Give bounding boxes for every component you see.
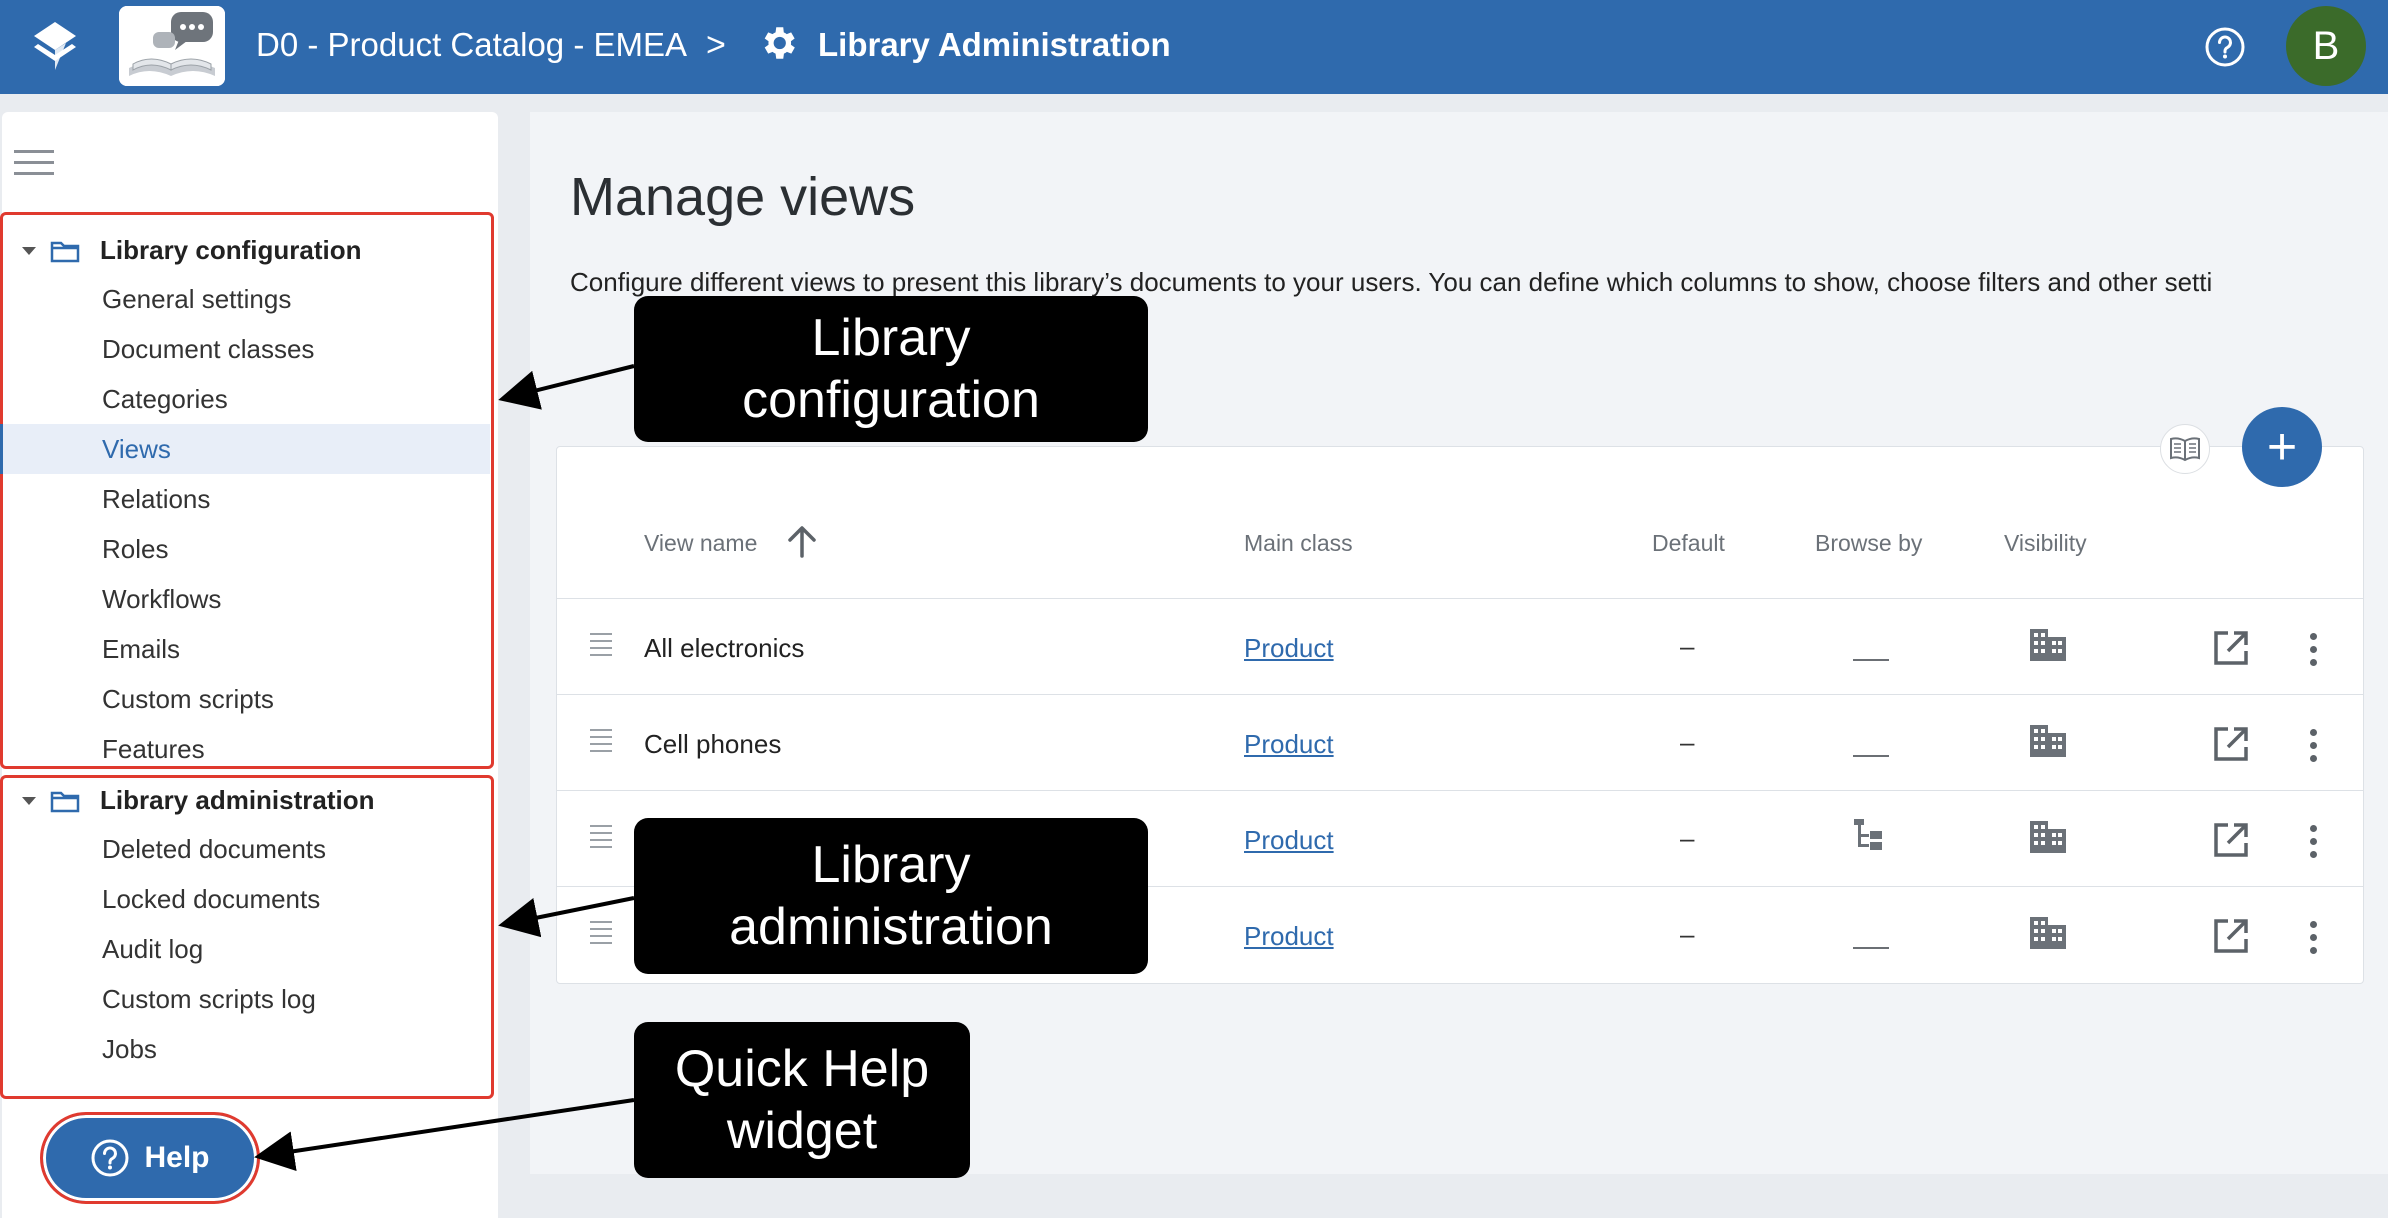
callout-line: configuration	[742, 371, 1040, 429]
callout-line: Quick Help	[674, 1040, 930, 1098]
column-header-main-class[interactable]: Main class	[1244, 530, 1353, 557]
quick-help-button[interactable]: Help	[40, 1112, 260, 1204]
library-thumbnail	[119, 6, 225, 86]
column-header-default[interactable]: Default	[1652, 530, 1725, 557]
column-header-visibility[interactable]: Visibility	[2004, 530, 2087, 557]
sidebar-item-relations[interactable]: Relations	[0, 474, 490, 524]
caret-down-icon	[22, 246, 36, 255]
gear-icon	[764, 27, 795, 59]
open-in-new-icon[interactable]	[2212, 821, 2250, 859]
page-title: Manage views	[570, 167, 916, 227]
callout-line: widget	[726, 1102, 878, 1160]
breadcrumb-separator: >	[706, 26, 726, 64]
table-row[interactable]: All electronics Product –	[556, 598, 2364, 694]
group-label: Library configuration	[100, 235, 362, 265]
column-header-view-name[interactable]: View name	[644, 530, 757, 557]
organization-icon	[2030, 725, 2066, 757]
browse-by-none-icon	[1853, 659, 1889, 661]
open-in-new-icon[interactable]	[2212, 725, 2250, 763]
main-class-link[interactable]: Product	[1244, 633, 1334, 664]
default-value: –	[1680, 631, 1695, 661]
add-view-button[interactable]: +	[2242, 407, 2322, 487]
more-actions-icon[interactable]	[2310, 921, 2318, 955]
sidebar-item-features[interactable]: Features	[0, 724, 490, 774]
sidebar-item-custom-scripts[interactable]: Custom scripts	[0, 674, 490, 724]
sidebar-item-roles[interactable]: Roles	[0, 524, 490, 574]
sidebar-item-custom-scripts-log[interactable]: Custom scripts log	[0, 974, 490, 1024]
callout-library-administration: Library administration	[634, 818, 1148, 974]
more-actions-icon[interactable]	[2310, 729, 2318, 763]
book-icon	[2170, 437, 2200, 462]
sidebar-item-workflows[interactable]: Workflows	[0, 574, 490, 624]
view-name: All electronics	[644, 633, 805, 663]
default-value: –	[1680, 823, 1695, 853]
browse-by-none-icon	[1853, 947, 1889, 949]
main-class-link[interactable]: Product	[1244, 825, 1334, 856]
view-name: Cell phones	[644, 729, 782, 759]
organization-icon	[2030, 917, 2066, 949]
sidebar-item-audit-log[interactable]: Audit log	[0, 924, 490, 974]
more-actions-icon[interactable]	[2310, 825, 2318, 859]
sidebar-item-document-classes[interactable]: Document classes	[0, 324, 490, 374]
sidebar-item-jobs[interactable]: Jobs	[0, 1024, 490, 1074]
group-library-configuration[interactable]: Library configuration	[22, 235, 361, 266]
browse-by-none-icon	[1853, 755, 1889, 757]
organization-icon	[2030, 629, 2066, 661]
more-actions-icon[interactable]	[2310, 633, 2318, 667]
top-bar: D0 - Product Catalog - EMEA > Library Ad…	[0, 0, 2388, 94]
drag-handle-icon[interactable]	[590, 633, 612, 659]
callout-line: Library	[811, 836, 971, 894]
callout-quick-help: Quick Help widget	[634, 1022, 970, 1178]
page-breadcrumb: Library Administration	[818, 26, 1171, 63]
menu-toggle-icon[interactable]	[14, 150, 54, 178]
main-class-link[interactable]: Product	[1244, 921, 1334, 952]
user-avatar[interactable]: B	[2286, 6, 2366, 86]
organization-icon	[2030, 821, 2066, 853]
open-in-new-icon[interactable]	[2212, 629, 2250, 667]
main-class-link[interactable]: Product	[1244, 729, 1334, 760]
help-icon	[91, 1139, 129, 1177]
sidebar-item-general-settings[interactable]: General settings	[0, 274, 490, 324]
open-in-new-icon[interactable]	[2212, 917, 2250, 955]
callout-line: administration	[729, 898, 1053, 956]
default-value: –	[1680, 727, 1695, 757]
table-row[interactable]: Cell phones Product –	[556, 694, 2364, 790]
sidebar-item-locked-documents[interactable]: Locked documents	[0, 874, 490, 924]
drag-handle-icon[interactable]	[590, 921, 612, 947]
help-icon[interactable]	[2204, 26, 2246, 68]
group-label: Library administration	[100, 785, 375, 815]
library-name-breadcrumb[interactable]: D0 - Product Catalog - EMEA	[256, 26, 687, 64]
sidebar-item-categories[interactable]: Categories	[0, 374, 490, 424]
sidebar-item-views[interactable]: Views	[0, 424, 490, 474]
caret-down-icon	[22, 796, 36, 805]
drag-handle-icon[interactable]	[590, 825, 612, 851]
column-header-browse-by[interactable]: Browse by	[1815, 530, 1922, 557]
help-label: Help	[144, 1141, 210, 1174]
callout-line: Library	[811, 309, 971, 367]
drag-handle-icon[interactable]	[590, 729, 612, 755]
documentation-button[interactable]	[2160, 424, 2210, 474]
group-library-administration[interactable]: Library administration	[22, 785, 375, 816]
sort-ascending-icon[interactable]	[782, 522, 822, 562]
app-logo-icon[interactable]	[32, 20, 78, 72]
default-value: –	[1680, 919, 1695, 949]
sidebar-item-emails[interactable]: Emails	[0, 624, 490, 674]
sidebar-item-deleted-documents[interactable]: Deleted documents	[0, 824, 490, 874]
callout-library-configuration: Library configuration	[634, 296, 1148, 442]
tree-icon	[1854, 819, 1882, 850]
folder-icon	[50, 791, 80, 812]
folder-icon	[50, 241, 80, 262]
